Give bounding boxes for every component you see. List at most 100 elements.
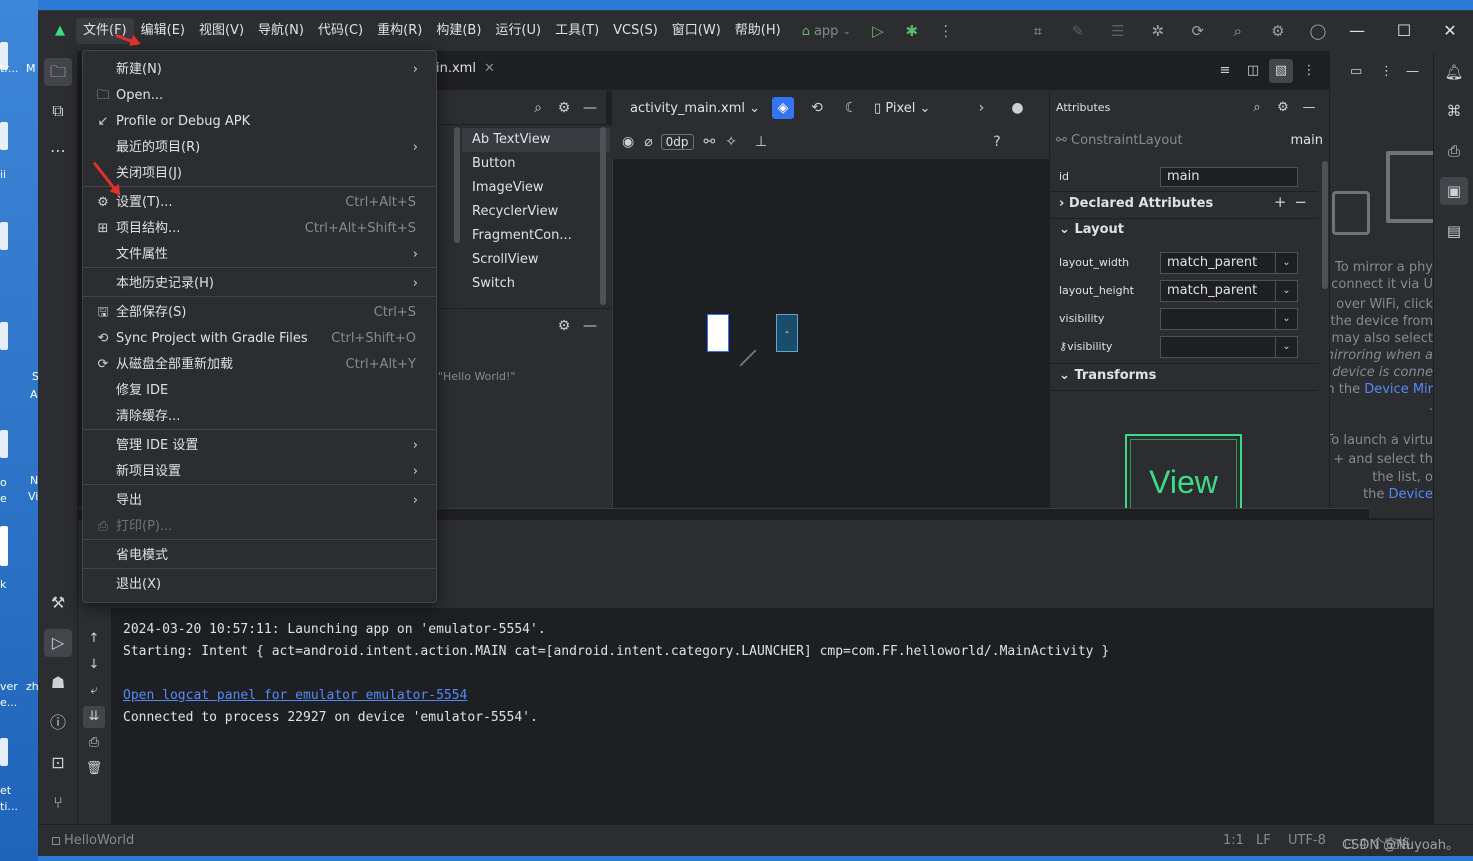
project-folder-icon[interactable]: 🗀 bbox=[44, 58, 72, 86]
running-devices-icon[interactable]: ▣ bbox=[1440, 177, 1468, 205]
autoconnect-off-icon[interactable]: ⌀ bbox=[644, 134, 652, 150]
eye-icon[interactable]: ◉ bbox=[622, 134, 634, 150]
device-manager-link[interactable]: Device bbox=[1389, 487, 1433, 502]
palette-item-scrollview[interactable]: ScrollView bbox=[462, 248, 610, 272]
guidelines-icon[interactable]: ⊥ bbox=[755, 134, 767, 150]
menu-window[interactable]: 窗口(W) bbox=[665, 18, 728, 44]
terminal-icon[interactable]: ⊡ bbox=[44, 749, 72, 777]
blueprint-preview-phone[interactable]: - bbox=[776, 314, 798, 352]
minimize-panel-icon[interactable]: — bbox=[1300, 99, 1318, 117]
menu-help[interactable]: 帮助(H) bbox=[728, 18, 788, 44]
logcat-icon[interactable]: ☗ bbox=[44, 669, 72, 697]
search-icon[interactable]: ⌕ bbox=[1225, 18, 1251, 44]
file-menu-item[interactable]: 🗀 Open... bbox=[87, 83, 432, 109]
device-sync-icon[interactable]: ⟳ bbox=[1185, 18, 1211, 44]
file-menu-item[interactable]: ⊞ 项目结构... Ctrl+Alt+Shift+S bbox=[87, 216, 432, 242]
file-menu-item[interactable]: 退出(X) bbox=[87, 572, 432, 598]
gear-icon[interactable]: ⚙ bbox=[1274, 99, 1292, 117]
infer-constraints-icon[interactable]: ✧ bbox=[725, 134, 737, 150]
run-config-selector[interactable]: ⌂ app ⌄ bbox=[802, 24, 851, 39]
more-vertical-icon[interactable]: ⋮ bbox=[1297, 59, 1321, 83]
gradle-icon[interactable]: ⌘ bbox=[1440, 97, 1468, 125]
build-hammer-icon[interactable]: ⚒ bbox=[44, 589, 72, 617]
menu-edit[interactable]: 编辑(E) bbox=[134, 18, 192, 44]
gear-icon[interactable]: ⚙ bbox=[554, 98, 574, 118]
orientation-icon[interactable]: ⟲ bbox=[806, 97, 828, 119]
close-tab-icon[interactable]: ✕ bbox=[484, 61, 495, 76]
desktop-shortcut-icon[interactable] bbox=[0, 430, 8, 458]
file-menu-item[interactable]: 清除缓存... bbox=[87, 404, 432, 430]
file-menu-item[interactable]: ⚙ 设置(T)... Ctrl+Alt+S bbox=[87, 190, 432, 216]
run-icon[interactable]: ▷ bbox=[865, 18, 891, 44]
arrow-down-icon[interactable]: ↓ bbox=[83, 654, 105, 676]
gear-icon[interactable]: ⚙ bbox=[554, 316, 574, 336]
desktop-shortcut-icon[interactable] bbox=[0, 322, 8, 350]
minimize-panel-icon[interactable]: — bbox=[580, 98, 600, 118]
file-menu-item[interactable]: 本地历史记录(H) › bbox=[87, 271, 432, 297]
chevron-right-icon[interactable]: › bbox=[970, 97, 992, 119]
translate-icon[interactable]: ✎ bbox=[1065, 18, 1091, 44]
print-icon[interactable]: ⎙ bbox=[83, 732, 105, 754]
palette-item-fragmentcontainer[interactable]: FragmentCon... bbox=[462, 224, 610, 248]
trash-icon[interactable]: 🗑︎ bbox=[83, 758, 105, 780]
gradle-elephant-icon[interactable]: ⌗ bbox=[1025, 18, 1051, 44]
run-console-output[interactable]: 2024-03-20 10:57:11: Launching app on 'e… bbox=[111, 608, 1433, 824]
file-menu-item[interactable]: 关闭项目(J) bbox=[87, 161, 432, 187]
list-icon[interactable]: ☰ bbox=[1105, 18, 1131, 44]
add-remove-attribute-icons[interactable]: +− bbox=[1274, 193, 1315, 211]
bug-icon[interactable]: ✲ bbox=[1145, 18, 1171, 44]
device-manager-icon[interactable]: ⎙ bbox=[1440, 137, 1468, 165]
file-menu-item[interactable]: 最近的项目(R) › bbox=[87, 135, 432, 161]
palette-item-imageview[interactable]: ImageView bbox=[462, 176, 610, 200]
close-window-icon[interactable]: ✕ bbox=[1427, 11, 1473, 51]
editor-tab-activity-main[interactable]: in.xml ✕ bbox=[436, 61, 495, 76]
file-menu-item[interactable]: ↙ Profile or Debug APK bbox=[87, 109, 432, 135]
palette-item-button[interactable]: Button bbox=[462, 152, 610, 176]
menu-run[interactable]: 运行(U) bbox=[488, 18, 548, 44]
section-layout[interactable]: ⌄ Layout bbox=[1059, 222, 1124, 237]
id-field[interactable]: main bbox=[1160, 167, 1298, 187]
night-mode-icon[interactable]: ☾ bbox=[840, 97, 862, 119]
tools-visibility-select[interactable]: ⌄ bbox=[1160, 336, 1298, 358]
clear-constraints-icon[interactable]: ⚯ bbox=[704, 134, 716, 150]
menu-view[interactable]: 视图(V) bbox=[192, 18, 251, 44]
more-vertical-icon[interactable]: ⋮ bbox=[1380, 59, 1393, 85]
split-view-icon[interactable]: ◫ bbox=[1241, 59, 1265, 83]
palette-item-switch[interactable]: Switch bbox=[462, 272, 610, 296]
search-icon[interactable]: ⌕ bbox=[528, 98, 548, 118]
device-explorer-icon[interactable]: ▤ bbox=[1440, 217, 1468, 245]
file-menu-item[interactable]: 文件属性 › bbox=[87, 242, 432, 268]
menu-build[interactable]: 构建(B) bbox=[429, 18, 488, 44]
file-menu-item[interactable]: 省电模式 bbox=[87, 543, 432, 569]
palette-scrollbar[interactable] bbox=[600, 127, 606, 305]
file-menu-item[interactable]: 新建(N) › bbox=[87, 57, 432, 83]
layout-width-select[interactable]: match_parent ⌄ bbox=[1160, 252, 1298, 274]
attributes-scrollbar[interactable] bbox=[1322, 161, 1328, 289]
minimize-panel-icon[interactable]: — bbox=[1406, 59, 1419, 85]
design-view-icon[interactable]: ▧ bbox=[1269, 59, 1293, 83]
default-margin-field[interactable]: 0dp bbox=[660, 134, 694, 150]
palette-item-textview[interactable]: Ab TextView bbox=[462, 128, 610, 152]
desktop-shortcut-icon[interactable] bbox=[0, 222, 8, 250]
minimize-panel-icon[interactable]: — bbox=[580, 316, 600, 336]
git-branch-icon[interactable]: ⑂ bbox=[44, 789, 72, 817]
help-icon[interactable]: ? bbox=[993, 134, 1000, 150]
file-menu-item[interactable]: ⟳ 从磁盘全部重新加载 Ctrl+Alt+Y bbox=[87, 352, 432, 378]
menu-vcs[interactable]: VCS(S) bbox=[606, 18, 665, 44]
section-transforms[interactable]: ⌄ Transforms bbox=[1059, 368, 1156, 383]
design-canvas[interactable]: - bbox=[612, 159, 1049, 518]
file-encoding[interactable]: UTF-8 bbox=[1288, 833, 1326, 848]
layout-height-select[interactable]: match_parent ⌄ bbox=[1160, 280, 1298, 302]
arrow-up-icon[interactable]: ↑ bbox=[83, 628, 105, 650]
menu-tools[interactable]: 工具(T) bbox=[548, 18, 606, 44]
account-icon[interactable]: ◯ bbox=[1305, 18, 1331, 44]
layers-icon[interactable]: ◈ bbox=[772, 97, 795, 119]
problems-icon[interactable]: ⓘ bbox=[44, 709, 72, 737]
soft-wrap-icon[interactable]: ⤶ bbox=[83, 680, 105, 702]
run-tool-icon[interactable]: ▷ bbox=[44, 629, 72, 657]
desktop-shortcut-icon[interactable] bbox=[0, 738, 8, 766]
open-logcat-link[interactable]: Open logcat panel for emulator emulator-… bbox=[123, 685, 1433, 707]
line-separator[interactable]: LF bbox=[1256, 833, 1271, 848]
file-menu-item[interactable]: 修复 IDE bbox=[87, 378, 432, 404]
minimize-window-icon[interactable]: — bbox=[1334, 11, 1380, 51]
